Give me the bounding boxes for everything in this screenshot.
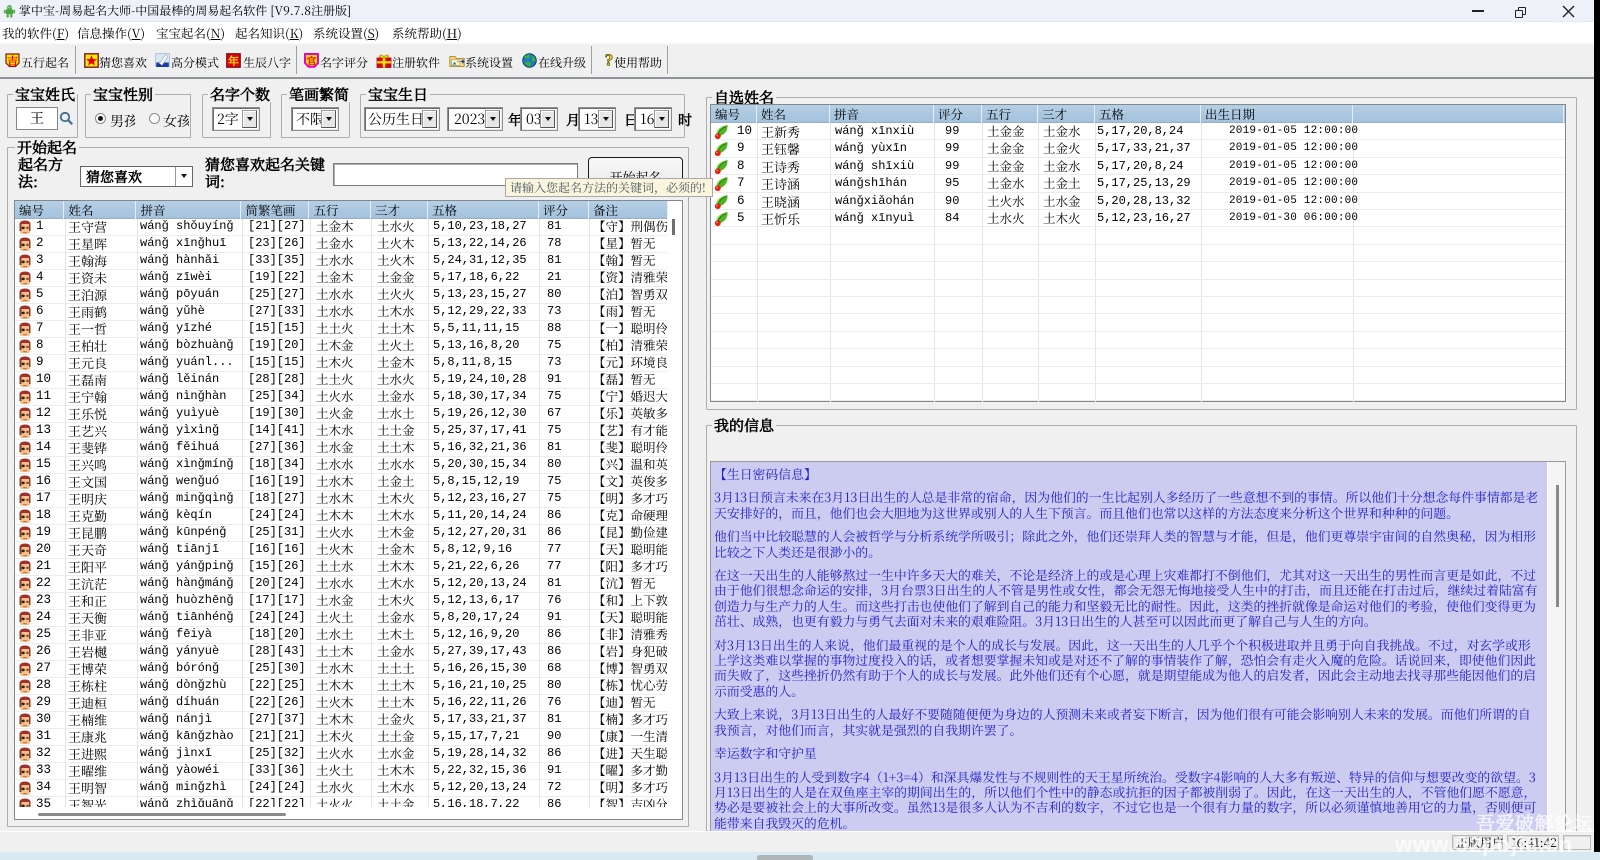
svg-text:吉: 吉 (7, 53, 18, 68)
svg-text:?: ? (605, 51, 614, 69)
svg-text:年: 年 (228, 53, 239, 68)
svg-text:官: 官 (307, 53, 317, 68)
